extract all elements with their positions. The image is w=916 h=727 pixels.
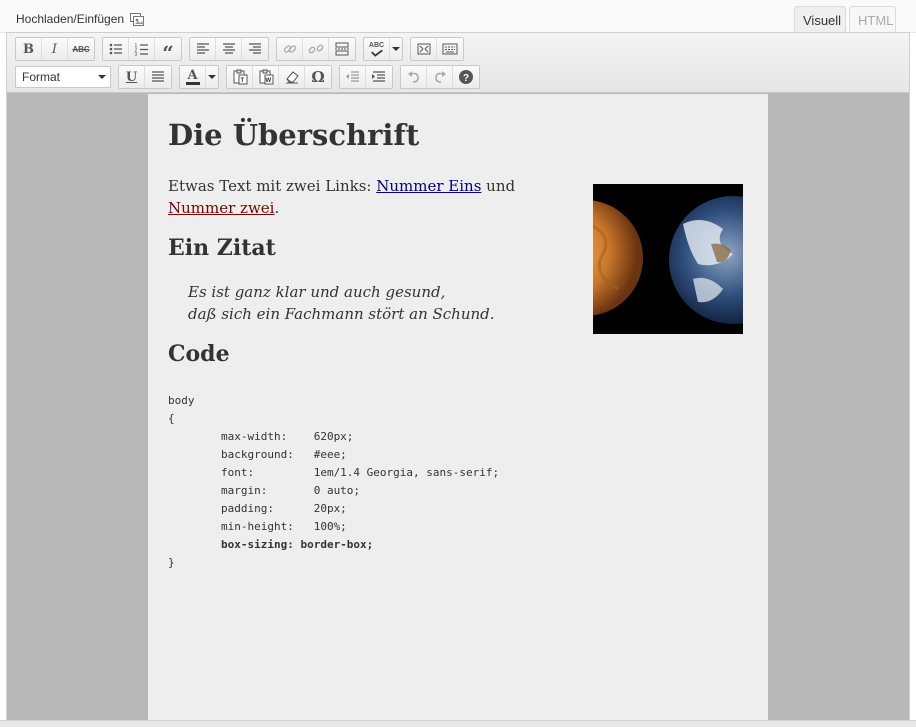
unlink-button[interactable] (303, 38, 329, 60)
code-line: padding: 20px; (168, 501, 347, 515)
unlink-icon (308, 44, 323, 54)
link-button[interactable] (277, 38, 303, 60)
paste-text-icon: T (233, 69, 247, 85)
align-center-button[interactable] (216, 38, 242, 60)
text-color-dropdown[interactable] (206, 66, 218, 88)
media-icon[interactable] (130, 12, 145, 26)
paragraph-suffix: . (274, 198, 280, 217)
paste-word-icon: W (259, 69, 273, 85)
kitchen-sink-icon (442, 43, 458, 55)
blockquote-button[interactable]: “ (155, 38, 181, 65)
italic-button[interactable]: I (42, 38, 68, 60)
indent-button[interactable] (366, 66, 392, 88)
bullet-list-button[interactable] (103, 38, 129, 60)
format-select[interactable]: Format (15, 66, 111, 88)
code-line: min-height: 100%; (168, 519, 347, 533)
text-color-label: A (187, 68, 198, 83)
editor-content[interactable]: Die Überschrift Etwas Text mit zwei Link… (148, 94, 768, 727)
code-line: } (168, 555, 175, 569)
more-tag-button[interactable] (329, 38, 355, 60)
paragraph-middle: und (481, 176, 516, 195)
code-line: body (168, 393, 195, 407)
align-right-button[interactable] (242, 38, 268, 60)
undo-icon (407, 71, 419, 83)
chevron-down-icon (392, 47, 400, 51)
toolbar-row-1: B I ABC 123 “ ABC (15, 37, 471, 65)
indent-icon (372, 71, 385, 82)
outdent-icon (345, 71, 359, 82)
align-left-icon (196, 43, 209, 54)
editor-header: Hochladen/Einfügen Visuell HTML (0, 0, 916, 33)
svg-text:T: T (240, 78, 244, 84)
redo-icon (434, 71, 446, 83)
undo-button[interactable] (401, 66, 427, 88)
code-line: margin: 0 auto; (168, 483, 361, 497)
align-left-button[interactable] (190, 38, 216, 60)
more-tag-icon (335, 42, 349, 56)
upload-label: Hochladen/Einfügen (16, 12, 125, 26)
svg-text:3: 3 (134, 52, 137, 57)
code-block: body { max-width: 620px; background: #eee… (168, 392, 748, 572)
align-right-icon (249, 43, 261, 54)
code-line: background: #eee; (168, 447, 347, 461)
clear-format-button[interactable] (279, 66, 305, 88)
bullet-list-icon (109, 43, 122, 55)
tab-html[interactable]: HTML (849, 6, 896, 33)
help-icon: ? (459, 70, 473, 84)
strikethrough-button[interactable]: ABC (68, 38, 94, 60)
link-nummer-eins[interactable]: Nummer Eins (376, 177, 481, 195)
format-label: Format (22, 70, 61, 84)
spellcheck-button[interactable]: ABC (364, 38, 390, 60)
editor-container: B I ABC 123 “ ABC Format U A T W Ω ? Die… (6, 32, 910, 727)
text-color-button[interactable]: A (180, 66, 206, 88)
editor-toolbar: B I ABC 123 “ ABC Format U A T W Ω ? (7, 33, 909, 93)
planets-image[interactable] (593, 184, 743, 334)
svg-text:W: W (265, 78, 271, 84)
redo-button[interactable] (427, 66, 453, 88)
link-icon (283, 45, 296, 53)
color-swatch (185, 82, 200, 85)
tab-visual[interactable]: Visuell (794, 6, 846, 33)
align-center-icon (222, 43, 235, 54)
upload-insert-link[interactable]: Hochladen/Einfügen (16, 12, 145, 26)
paste-text-button[interactable]: T (227, 66, 253, 88)
numbered-list-button[interactable]: 123 (129, 38, 155, 60)
justify-icon (152, 71, 164, 82)
code-line: { (168, 411, 175, 425)
special-char-button[interactable]: Ω (305, 66, 331, 88)
svg-text:?: ? (463, 73, 469, 84)
heading-1: Die Überschrift (168, 118, 420, 152)
fullscreen-button[interactable] (411, 38, 437, 60)
link-nummer-zwei[interactable]: Nummer zwei (168, 199, 274, 217)
paragraph-prefix: Etwas Text mit zwei Links: (168, 176, 377, 195)
code-line: box-sizing: border-box; (168, 537, 374, 551)
eraser-icon (285, 71, 299, 84)
intro-paragraph: Etwas Text mit zwei Links: Nummer Eins u… (168, 175, 568, 219)
spellcheck-label: ABC (368, 41, 385, 49)
chevron-down-icon (98, 75, 106, 79)
code-line: max-width: 620px; (168, 429, 354, 443)
numbered-list-icon: 123 (134, 43, 148, 57)
justify-button[interactable] (145, 66, 171, 88)
planets-illustration (593, 184, 743, 334)
outdent-button[interactable] (340, 66, 366, 88)
heading-code: Code (168, 341, 230, 368)
fullscreen-icon (417, 43, 430, 55)
check-icon (370, 49, 383, 57)
kitchen-sink-button[interactable] (437, 38, 463, 60)
status-bar (0, 720, 916, 727)
spellcheck-dropdown[interactable] (390, 38, 402, 60)
chevron-down-icon (208, 75, 216, 79)
code-line: font: 1em/1.4 Georgia, sans-serif; (168, 465, 500, 479)
help-button[interactable]: ? (453, 66, 479, 88)
bold-button[interactable]: B (16, 38, 42, 60)
underline-button[interactable]: U (119, 66, 145, 88)
toolbar-row-2: Format U A T W Ω ? (15, 65, 487, 89)
paste-word-button[interactable]: W (253, 66, 279, 88)
